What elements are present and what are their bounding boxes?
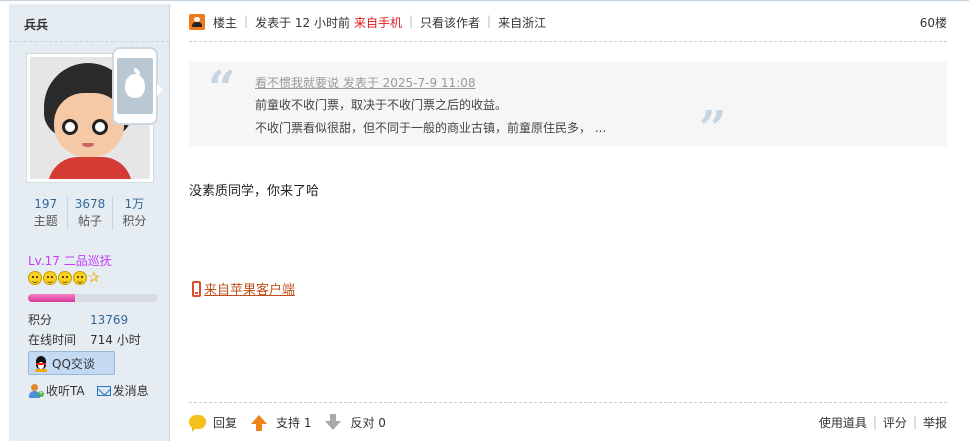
quote-line-2: 不收门票看似很甜，但不同于一般的商业古镇，前童原住民多， ... — [255, 121, 607, 135]
reply-icon — [189, 415, 206, 432]
close-quote-icon: ” — [699, 101, 727, 157]
mail-icon — [96, 385, 111, 396]
oppose-button[interactable]: 反对 0 — [325, 413, 386, 431]
username[interactable]: 兵兵 — [9, 4, 169, 42]
quote-author-link[interactable]: 看不惯我就要说 发表于 2025-7-9 11:08 — [255, 74, 476, 91]
reply-label: 回复 — [213, 415, 238, 430]
quote-block: “ 看不惯我就要说 发表于 2025-7-9 11:08 前童收不收门票，取决于… — [189, 61, 947, 154]
qq-chat-button[interactable]: QQ交谈 — [28, 351, 115, 375]
report-link[interactable]: 举报 — [923, 414, 947, 431]
send-message-label: 发消息 — [112, 384, 149, 398]
post-source[interactable]: 来自手机 — [354, 14, 402, 31]
follow-button[interactable]: + 收听TA — [28, 382, 85, 399]
info-credits-label: 积分 — [28, 313, 53, 327]
info-online-label: 在线时间 — [28, 333, 77, 347]
user-sidebar: 兵兵 197 主题 3678 帖子 1万 积分 Lv.17 二品巡抚 ✰ 积分 … — [9, 4, 170, 441]
apple-icon — [125, 68, 145, 98]
smiley-icon — [73, 271, 87, 285]
open-quote-icon: “ — [208, 61, 236, 117]
qq-chat-label: QQ交谈 — [52, 356, 95, 371]
info-online-value: 714 小时 — [90, 333, 141, 347]
level-progress-bar — [28, 294, 158, 302]
support-button[interactable]: 支持 1 — [251, 414, 311, 431]
stat-threads-label: 主题 — [33, 214, 58, 228]
mobile-device-icon — [112, 47, 158, 125]
bubble-pointer — [157, 84, 163, 96]
qq-penguin-icon — [33, 354, 49, 372]
post-time: 发表于 12 小时前 — [255, 16, 350, 30]
reply-button[interactable]: 回复 — [189, 414, 238, 432]
stat-posts-value[interactable]: 3678 — [68, 196, 111, 213]
user-stats: 197 主题 3678 帖子 1万 积分 — [24, 196, 156, 230]
stat-credits-label: 积分 — [122, 214, 147, 228]
thumbs-up-arrow-icon — [251, 414, 268, 431]
user-actions: + 收听TA 发消息 — [28, 382, 149, 399]
only-author-link[interactable]: 只看该作者 — [420, 14, 480, 31]
quote-line-1: 前童收不收门票，取决于不收门票之后的收益。 — [255, 98, 508, 112]
level-stars: ✰ — [28, 271, 100, 285]
use-tool-link[interactable]: 使用道具 — [819, 414, 867, 431]
post-body: 没素质同学，你来了哈 — [189, 184, 320, 199]
stat-posts[interactable]: 3678 帖子 — [68, 196, 113, 230]
post-actions: 回复 支持 1 反对 0 使用道具 | 评分 | 举报 — [189, 402, 947, 441]
post-tools: 使用道具 | 评分 | 举报 — [818, 414, 947, 431]
add-user-icon: + — [28, 383, 44, 398]
client-link[interactable]: 来自苹果客户端 — [192, 279, 295, 298]
star-icon: ✰ — [88, 270, 100, 286]
post-location: 来自浙江 — [498, 16, 547, 30]
post-header: 楼主 | 发表于 12 小时前 来自手机 | 只看该作者 | 来自浙江 60楼 — [189, 14, 947, 42]
op-label: 楼主 — [213, 16, 238, 30]
user-info: 积分 13769 在线时间 714 小时 — [28, 310, 141, 350]
stat-credits-value[interactable]: 1万 — [113, 196, 156, 213]
phone-icon — [192, 280, 201, 297]
level-progress-fill — [28, 294, 75, 302]
stat-credits[interactable]: 1万 积分 — [113, 196, 156, 230]
stat-threads-value[interactable]: 197 — [24, 196, 67, 213]
user-level[interactable]: Lv.17 二品巡抚 — [28, 252, 112, 269]
smiley-icon — [43, 271, 57, 285]
support-label: 支持 1 — [276, 415, 312, 430]
smiley-icon — [58, 271, 72, 285]
follow-label: 收听TA — [46, 384, 85, 398]
info-credits-value: 13769 — [90, 313, 129, 327]
send-message-button[interactable]: 发消息 — [96, 382, 149, 399]
oppose-label: 反对 0 — [350, 415, 386, 430]
stat-posts-label: 帖子 — [77, 214, 102, 228]
floor-number[interactable]: 60楼 — [920, 14, 947, 31]
rate-link[interactable]: 评分 — [883, 414, 907, 431]
thumbs-down-arrow-icon — [325, 413, 342, 430]
smiley-icon — [28, 271, 42, 285]
original-poster-icon — [189, 14, 205, 30]
client-link-label: 来自苹果客户端 — [204, 283, 296, 298]
stat-threads[interactable]: 197 主题 — [24, 196, 69, 230]
